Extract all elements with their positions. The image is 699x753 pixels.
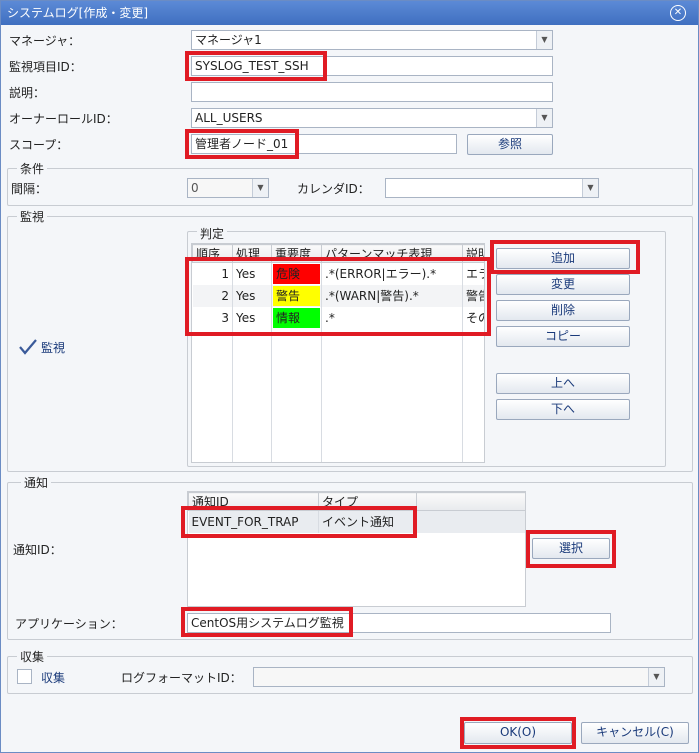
- collection-title: 収集: [17, 648, 48, 665]
- system-log-dialog: システムログ[作成・変更] ✕ マネージャ： マネージャ1 ▼ 監視項目ID： …: [0, 0, 699, 753]
- delete-button[interactable]: 削除: [496, 300, 630, 321]
- chevron-down-icon: ▼: [536, 109, 552, 127]
- judgement-title: 判定: [197, 225, 228, 242]
- chevron-down-icon: ▼: [582, 179, 598, 197]
- cancel-button[interactable]: キャンセル(C): [581, 722, 689, 744]
- manager-select[interactable]: マネージャ1 ▼: [191, 30, 553, 50]
- copy-button[interactable]: コピー: [496, 326, 630, 347]
- ok-button-highlight: [460, 717, 576, 749]
- description-label: 説明：: [9, 86, 46, 100]
- select-button-highlight: [526, 530, 616, 568]
- change-button[interactable]: 変更: [496, 274, 630, 295]
- add-button-highlight: [490, 240, 640, 274]
- chevron-down-icon: ▼: [252, 179, 268, 197]
- collection-checkbox-label: 収集: [41, 671, 66, 685]
- owner-role-label: オーナーロールID：: [9, 112, 118, 126]
- calendar-select[interactable]: ▼: [385, 178, 599, 198]
- chevron-down-icon: ▼: [648, 668, 664, 686]
- monitor-title: 監視: [17, 208, 48, 225]
- log-format-select[interactable]: ▼: [253, 667, 665, 687]
- checkmark-icon: [19, 339, 37, 355]
- scope-label: スコープ：: [9, 138, 69, 152]
- close-icon[interactable]: ✕: [670, 5, 686, 21]
- interval-value: 0: [191, 181, 199, 195]
- monitor-checkbox[interactable]: [19, 339, 37, 355]
- monitor-checkbox-label: 監視: [41, 341, 66, 355]
- collection-checkbox[interactable]: [17, 669, 32, 684]
- interval-label: 間隔：: [11, 182, 48, 196]
- monitor-id-label: 監視項目ID：: [9, 60, 82, 74]
- manager-select-value: マネージャ1: [195, 33, 262, 47]
- log-format-label: ログフォーマットID：: [121, 671, 242, 685]
- application-highlight: [181, 607, 353, 637]
- move-up-button[interactable]: 上へ: [496, 373, 630, 394]
- scope-reference-button[interactable]: 参照: [467, 134, 553, 155]
- notification-id-label: 通知ID：: [13, 543, 62, 557]
- scope-highlight: [185, 129, 299, 159]
- condition-title: 条件: [17, 160, 48, 177]
- notification-row-highlight: [181, 506, 417, 538]
- calendar-label: カレンダID：: [297, 182, 370, 196]
- owner-role-select[interactable]: ALL_USERS ▼: [191, 108, 553, 128]
- manager-label: マネージャ：: [9, 34, 81, 48]
- chevron-down-icon: ▼: [536, 31, 552, 49]
- description-field[interactable]: [191, 82, 553, 102]
- application-label: アプリケーション：: [15, 617, 123, 631]
- move-down-button[interactable]: 下へ: [496, 399, 630, 420]
- monitor-id-highlight: [185, 51, 327, 81]
- interval-select[interactable]: 0 ▼: [187, 178, 269, 198]
- title-bar: システムログ[作成・変更] ✕: [1, 1, 698, 25]
- dialog-title: システムログ[作成・変更]: [7, 6, 149, 20]
- notification-title: 通知: [21, 474, 52, 491]
- judgement-rows-highlight: [185, 257, 491, 336]
- owner-role-value: ALL_USERS: [195, 111, 263, 125]
